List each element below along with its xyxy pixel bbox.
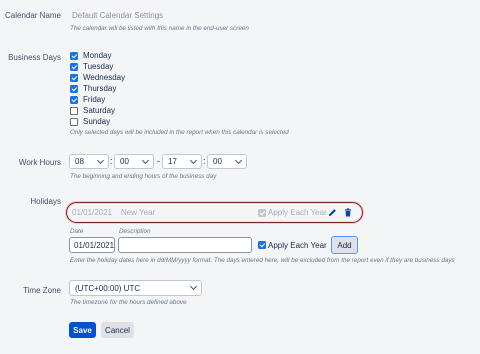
chevron-down-icon bbox=[189, 156, 198, 164]
checkbox[interactable] bbox=[70, 51, 78, 60]
chevron-down-icon bbox=[141, 156, 150, 164]
add-holiday-button[interactable]: Add bbox=[331, 236, 358, 254]
checkbox[interactable] bbox=[70, 62, 78, 71]
business-days-help: Only selected days will be included in t… bbox=[70, 129, 289, 136]
start-minute-select[interactable]: 00 bbox=[114, 154, 154, 169]
calendar-name-help: The calendar will be listed with this na… bbox=[70, 25, 249, 32]
day-label: Monday bbox=[83, 51, 112, 60]
day-label: Sunday bbox=[83, 117, 111, 126]
new-holiday-apply-each-year-label: Apply Each Year bbox=[268, 241, 327, 250]
new-holiday-date-label: Date bbox=[70, 228, 84, 235]
save-button[interactable]: Save bbox=[69, 322, 96, 338]
time-colon: : bbox=[110, 156, 113, 166]
day-label: Tuesday bbox=[83, 62, 114, 71]
day-label: Friday bbox=[83, 95, 106, 104]
checkbox[interactable] bbox=[70, 106, 78, 115]
pencil-icon[interactable] bbox=[328, 208, 337, 217]
time-zone-label: Time Zone bbox=[23, 286, 61, 295]
day-tuesday[interactable]: Tuesday bbox=[70, 61, 113, 72]
chevron-down-icon bbox=[189, 282, 198, 291]
day-thursday[interactable]: Thursday bbox=[70, 83, 116, 94]
day-monday[interactable]: Monday bbox=[70, 50, 111, 61]
start-hour-select[interactable]: 08 bbox=[69, 154, 109, 169]
holiday-date: 01/01/2021 bbox=[72, 208, 113, 217]
day-wednesday[interactable]: Wednesday bbox=[70, 72, 125, 83]
holiday-apply-each-year-label: Apply Each Year bbox=[268, 208, 327, 217]
calendar-name-value[interactable]: Default Calendar Settings bbox=[72, 11, 163, 20]
time-zone-value: (UTC+00:00) UTC bbox=[75, 283, 141, 293]
day-label: Wednesday bbox=[83, 73, 126, 82]
holidays-help: Enter the holiday dates here in dd/MM/yy… bbox=[70, 257, 455, 264]
checkbox[interactable] bbox=[70, 84, 78, 93]
chevron-down-icon bbox=[96, 156, 105, 164]
holiday-description: New Year bbox=[121, 208, 156, 217]
time-colon: : bbox=[203, 156, 206, 166]
time-range-dash: - bbox=[157, 156, 160, 166]
work-hours-help: The beginning and ending hours of the bu… bbox=[70, 173, 217, 180]
day-label: Thursday bbox=[83, 84, 117, 93]
end-minute-select[interactable]: 00 bbox=[207, 154, 247, 169]
time-zone-help: The timezone for the hours defined above bbox=[70, 299, 187, 306]
day-saturday[interactable]: Saturday bbox=[70, 105, 115, 116]
end-minute-value: 00 bbox=[213, 157, 222, 166]
start-minute-value: 00 bbox=[120, 157, 129, 166]
new-holiday-apply-each-year-checkbox[interactable] bbox=[258, 241, 266, 249]
new-holiday-description-input[interactable] bbox=[118, 237, 252, 253]
cancel-button[interactable]: Cancel bbox=[101, 322, 134, 338]
new-holiday-description-label: Description bbox=[119, 228, 151, 235]
end-hour-value: 17 bbox=[168, 157, 177, 166]
new-holiday-date-input[interactable]: 01/01/2021 bbox=[69, 237, 115, 253]
holiday-entry-row: 01/01/2021 New Year Apply Each Year bbox=[66, 202, 363, 223]
checkbox[interactable] bbox=[70, 73, 78, 82]
day-sunday[interactable]: Sunday bbox=[70, 116, 110, 127]
holiday-apply-each-year-checkbox bbox=[258, 209, 266, 217]
trash-icon[interactable] bbox=[344, 208, 352, 217]
end-hour-select[interactable]: 17 bbox=[162, 154, 202, 169]
day-label: Saturday bbox=[83, 106, 116, 115]
business-days-label: Business Days bbox=[8, 53, 61, 62]
start-hour-value: 08 bbox=[75, 157, 84, 166]
time-zone-select[interactable]: (UTC+00:00) UTC bbox=[69, 280, 202, 296]
holidays-label: Holidays bbox=[30, 197, 61, 206]
calendar-name-label: Calendar Name bbox=[4, 11, 61, 20]
checkbox[interactable] bbox=[70, 95, 78, 104]
chevron-down-icon bbox=[234, 156, 243, 164]
work-hours-label: Work Hours bbox=[18, 158, 61, 167]
day-friday[interactable]: Friday bbox=[70, 94, 105, 105]
checkbox[interactable] bbox=[70, 117, 78, 126]
